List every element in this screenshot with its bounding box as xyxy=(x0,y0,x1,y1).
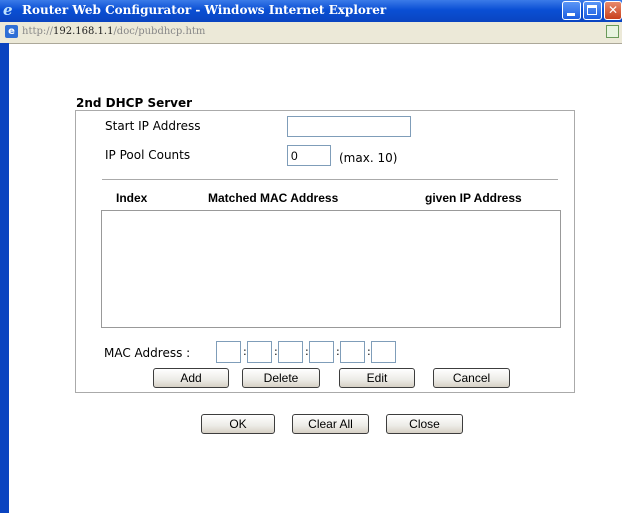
close-icon: ✕ xyxy=(607,3,619,17)
section-title: 2nd DHCP Server xyxy=(76,96,193,110)
url-host: 192.168.1.1 xyxy=(53,26,114,37)
compatibility-view-icon[interactable] xyxy=(606,25,619,38)
close-window-button[interactable]: ✕ xyxy=(604,1,622,20)
window-title: Router Web Configurator - Windows Intern… xyxy=(22,3,387,17)
url-path: /doc/pubdhcp.htm xyxy=(113,26,206,37)
pool-counts-input[interactable] xyxy=(287,145,331,166)
minimize-icon xyxy=(563,2,580,19)
page-icon: e xyxy=(5,25,18,38)
ok-button[interactable]: OK xyxy=(201,414,275,434)
divider xyxy=(102,179,558,180)
maximize-button[interactable] xyxy=(583,1,602,20)
delete-button[interactable]: Delete xyxy=(242,368,320,388)
mac-ip-listbox[interactable] xyxy=(101,210,561,328)
mac-octet-4[interactable] xyxy=(309,341,334,363)
window-titlebar: e Router Web Configurator - Windows Inte… xyxy=(0,0,622,22)
mac-octet-6[interactable] xyxy=(371,341,396,363)
ie-logo-icon: e xyxy=(3,1,13,19)
window-left-border xyxy=(0,43,9,513)
url-prefix: http:// xyxy=(22,26,53,37)
column-header-index: Index xyxy=(116,191,148,205)
minimize-button[interactable] xyxy=(562,1,581,20)
clear-all-button[interactable]: Clear All xyxy=(292,414,369,434)
address-bar: e http://192.168.1.1/doc/pubdhcp.htm xyxy=(0,22,622,44)
maximize-icon xyxy=(584,2,601,19)
pool-counts-label: IP Pool Counts xyxy=(105,148,191,162)
mac-octet-2[interactable] xyxy=(247,341,272,363)
column-header-mac: Matched MAC Address xyxy=(208,191,339,205)
mac-octet-3[interactable] xyxy=(278,341,303,363)
column-header-ip: given IP Address xyxy=(425,191,522,205)
mac-address-label: MAC Address : xyxy=(104,346,191,360)
mac-octet-5[interactable] xyxy=(340,341,365,363)
add-button[interactable]: Add xyxy=(153,368,229,388)
mac-octet-1[interactable] xyxy=(216,341,241,363)
start-ip-label: Start IP Address xyxy=(105,119,201,133)
address-url[interactable]: http://192.168.1.1/doc/pubdhcp.htm xyxy=(22,26,205,37)
edit-button[interactable]: Edit xyxy=(339,368,415,388)
start-ip-input[interactable] xyxy=(287,116,411,137)
cancel-button[interactable]: Cancel xyxy=(433,368,510,388)
pool-counts-hint: (max. 10) xyxy=(339,151,398,165)
close-button[interactable]: Close xyxy=(386,414,463,434)
